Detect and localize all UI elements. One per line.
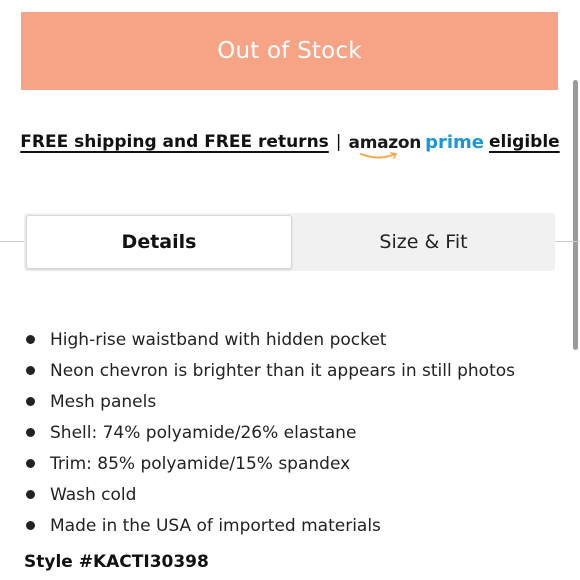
amazon-prime-logo: amazon prime (348, 131, 484, 159)
shipping-banner: FREE shipping and FREE returns | amazon … (0, 126, 580, 159)
bullet-icon (26, 397, 35, 406)
amazon-smile-icon (359, 151, 397, 159)
bullet-icon (26, 428, 35, 437)
tab-details[interactable]: Details (26, 215, 292, 269)
list-item: Neon chevron is brighter than it appears… (24, 355, 564, 386)
list-item: Mesh panels (24, 386, 564, 417)
bullet-text: Made in the USA of imported materials (50, 515, 381, 536)
list-item: Made in the USA of imported materials (24, 510, 564, 541)
divider-line (554, 241, 580, 242)
bullet-text: Mesh panels (50, 391, 157, 412)
bullet-icon (26, 366, 35, 375)
out-of-stock-button[interactable]: Out of Stock (21, 12, 558, 90)
list-item: Trim: 85% polyamide/15% spandex (24, 448, 564, 479)
free-shipping-link[interactable]: FREE shipping and FREE returns (20, 132, 329, 152)
bullet-text: High-rise waistband with hidden pocket (50, 329, 387, 350)
shipping-separator: | (335, 132, 342, 152)
tab-size-and-fit-label: Size & Fit (379, 231, 468, 253)
bullet-icon (26, 459, 35, 468)
bullet-text: Neon chevron is brighter than it appears… (50, 360, 516, 381)
tab-size-and-fit[interactable]: Size & Fit (292, 213, 555, 271)
details-bullet-list: High-rise waistband with hidden pocket N… (24, 324, 564, 541)
details-tab-bar: Details Size & Fit (24, 213, 555, 271)
bullet-text: Trim: 85% polyamide/15% spandex (50, 453, 351, 474)
prime-wordmark: prime (425, 131, 484, 153)
bullet-text: Wash cold (50, 484, 137, 505)
out-of-stock-label: Out of Stock (217, 38, 362, 64)
amazon-wordmark: amazon (348, 132, 422, 153)
scrollbar-thumb[interactable] (573, 80, 578, 350)
list-item: Shell: 74% polyamide/26% elastane (24, 417, 564, 448)
bullet-icon (26, 335, 35, 344)
product-details-panel: Out of Stock FREE shipping and FREE retu… (0, 0, 580, 580)
bullet-text: Shell: 74% polyamide/26% elastane (50, 422, 357, 443)
list-item: High-rise waistband with hidden pocket (24, 324, 564, 355)
bullet-icon (26, 490, 35, 499)
style-number: Style #KACTI30398 (24, 552, 209, 572)
bullet-icon (26, 521, 35, 530)
prime-eligible-link[interactable]: eligible (489, 132, 560, 152)
tab-details-label: Details (121, 231, 197, 253)
divider-line (0, 241, 24, 242)
list-item: Wash cold (24, 479, 564, 510)
